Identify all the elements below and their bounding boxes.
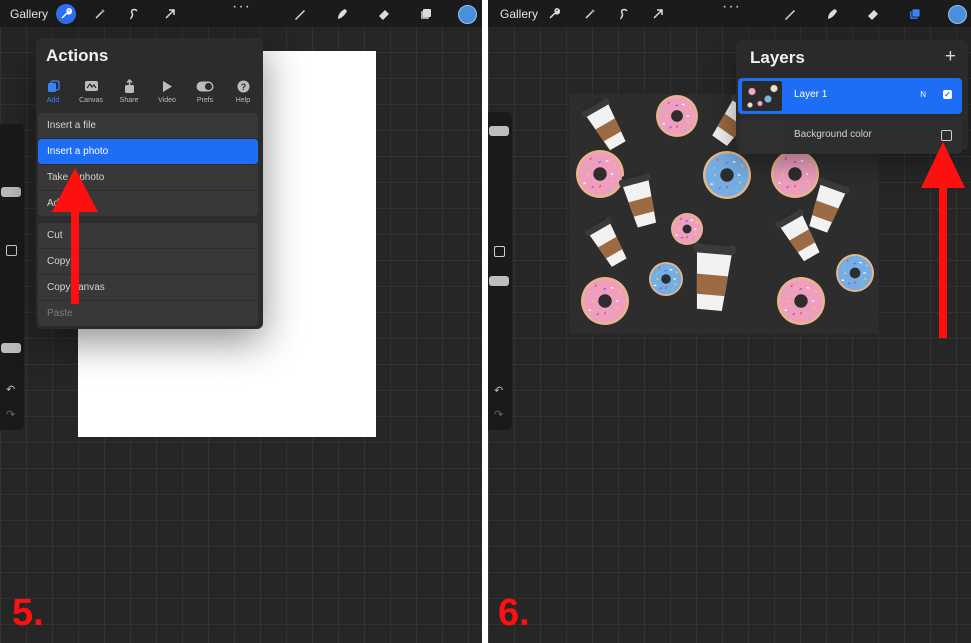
donut-illustration xyxy=(777,277,825,325)
step-number-label: 5. xyxy=(12,592,44,634)
donut-illustration xyxy=(581,277,629,325)
gallery-button[interactable]: Gallery xyxy=(10,7,48,21)
donut-illustration xyxy=(649,262,683,296)
transform-arrow-icon[interactable] xyxy=(160,4,180,24)
donut-illustration xyxy=(656,95,698,137)
magic-wand-icon[interactable] xyxy=(90,4,110,24)
layers-icon[interactable] xyxy=(416,4,436,24)
tab-share-label: Share xyxy=(119,97,139,104)
selection-icon[interactable] xyxy=(124,4,144,24)
canvas-icon xyxy=(72,76,110,96)
coffee-cup-illustration xyxy=(585,216,627,267)
red-arrow-up-annotation xyxy=(921,142,965,338)
smudge-icon[interactable] xyxy=(822,4,842,24)
tab-video-label: Video xyxy=(158,97,176,104)
tab-share[interactable]: Share xyxy=(110,76,148,104)
undo-icon[interactable]: ↶ xyxy=(6,383,15,396)
step-number-label: 6. xyxy=(498,592,530,634)
tab-help-label: Help xyxy=(235,97,251,104)
undo-icon[interactable]: ↶ xyxy=(494,384,503,397)
red-arrow-up-annotation xyxy=(52,168,98,304)
tab-canvas[interactable]: Canvas xyxy=(72,76,110,104)
donut-illustration xyxy=(836,254,874,292)
layers-title: Layers xyxy=(750,48,805,67)
layer-name: Layer 1 xyxy=(794,89,828,100)
layer-name: Background color xyxy=(794,129,872,140)
tab-prefs-label: Prefs xyxy=(196,97,214,104)
magic-wand-icon[interactable] xyxy=(580,4,600,24)
insert-photo-item[interactable]: Insert a photo xyxy=(38,139,258,165)
prefs-toggle-icon xyxy=(186,76,224,96)
color-swatch[interactable] xyxy=(948,5,967,24)
tab-add-label: Add xyxy=(46,97,60,104)
wrench-icon[interactable] xyxy=(544,4,564,24)
brush-icon[interactable] xyxy=(290,4,310,24)
donut-illustration xyxy=(671,213,703,245)
paste-item[interactable]: Paste xyxy=(38,301,258,326)
top-toolbar: Gallery ··· xyxy=(488,0,971,27)
layers-panel: Layers + Layer 1 N ✓ Background color xyxy=(736,40,968,154)
layer-visibility-checkbox[interactable] xyxy=(941,130,952,141)
coffee-cup-illustration xyxy=(618,170,657,228)
insert-file-item[interactable]: Insert a file xyxy=(38,113,258,139)
blend-mode-button[interactable]: N xyxy=(920,90,926,99)
layer-thumbnail xyxy=(742,81,782,111)
gallery-button[interactable]: Gallery xyxy=(500,7,538,21)
selection-icon[interactable] xyxy=(614,4,634,24)
layer-thumbnail xyxy=(742,121,782,151)
video-icon xyxy=(148,76,186,96)
coffee-cup-illustration xyxy=(581,96,626,151)
screenshot-panel-step-6: Gallery ··· ↶ ↷ Layers + Layer 1 N ✓ Bac… xyxy=(488,0,971,643)
tab-help[interactable]: ? Help xyxy=(224,76,262,104)
modify-button[interactable] xyxy=(494,246,505,257)
tab-video[interactable]: Video xyxy=(148,76,186,104)
actions-title: Actions xyxy=(46,46,109,65)
donut-illustration xyxy=(771,150,819,198)
color-swatch[interactable] xyxy=(458,5,477,24)
eraser-icon[interactable] xyxy=(374,4,394,24)
more-dots-icon[interactable]: ··· xyxy=(232,0,251,16)
more-dots-icon[interactable]: ··· xyxy=(722,0,741,16)
svg-text:?: ? xyxy=(240,82,246,92)
brush-icon[interactable] xyxy=(780,4,800,24)
screenshot-panel-step-5: Gallery ··· ↶ ↷ Actions Add Canvas Share… xyxy=(0,0,482,643)
donut-illustration xyxy=(576,150,624,198)
opacity-slider-thumb[interactable] xyxy=(1,343,21,353)
left-sidebar: ↶ ↷ xyxy=(488,112,512,430)
smudge-icon[interactable] xyxy=(332,4,352,24)
wrench-icon[interactable] xyxy=(56,4,76,24)
opacity-slider-thumb[interactable] xyxy=(489,276,509,286)
add-icon xyxy=(34,76,72,96)
redo-icon[interactable]: ↷ xyxy=(494,408,503,421)
brush-size-slider-thumb[interactable] xyxy=(1,187,21,197)
share-icon xyxy=(110,76,148,96)
tab-add[interactable]: Add xyxy=(34,76,72,104)
add-layer-button[interactable]: + xyxy=(945,46,956,68)
tab-canvas-label: Canvas xyxy=(79,97,103,104)
layer-visibility-checkbox[interactable]: ✓ xyxy=(943,90,952,99)
modify-button[interactable] xyxy=(6,245,17,256)
tab-prefs[interactable]: Prefs xyxy=(186,76,224,104)
help-icon: ? xyxy=(224,76,262,96)
top-toolbar: Gallery ··· xyxy=(0,0,482,27)
left-sidebar: ↶ ↷ xyxy=(0,124,24,430)
transform-arrow-icon[interactable] xyxy=(648,4,668,24)
donut-illustration xyxy=(703,151,751,199)
layers-icon[interactable] xyxy=(905,4,925,24)
eraser-icon[interactable] xyxy=(863,4,883,24)
brush-size-slider-thumb[interactable] xyxy=(489,126,509,136)
layer-row-layer-1[interactable]: Layer 1 N ✓ xyxy=(738,78,962,114)
coffee-cup-illustration xyxy=(693,238,737,311)
redo-icon[interactable]: ↷ xyxy=(6,408,15,421)
